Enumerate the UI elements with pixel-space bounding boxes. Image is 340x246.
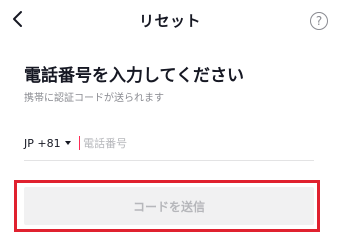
- phone-number-input[interactable]: [83, 136, 284, 150]
- send-code-button[interactable]: コードを送信: [24, 187, 314, 225]
- caret-down-icon: [64, 141, 71, 145]
- help-button[interactable]: ?: [310, 12, 328, 30]
- text-cursor: [78, 136, 81, 150]
- subheading: 携帯に認証コードが送られます: [24, 93, 164, 104]
- heading: 電話番号を入力してください: [24, 66, 244, 86]
- reset-page: リセット ? 電話番号を入力してください 携帯に認証コードが送られます JP +…: [0, 0, 340, 246]
- country-code-label: JP +81: [24, 136, 61, 150]
- phone-row: JP +81: [24, 126, 314, 161]
- country-code-selector[interactable]: JP +81: [24, 137, 71, 150]
- page-title: リセット: [138, 12, 201, 30]
- question-circle-icon: ?: [315, 14, 323, 28]
